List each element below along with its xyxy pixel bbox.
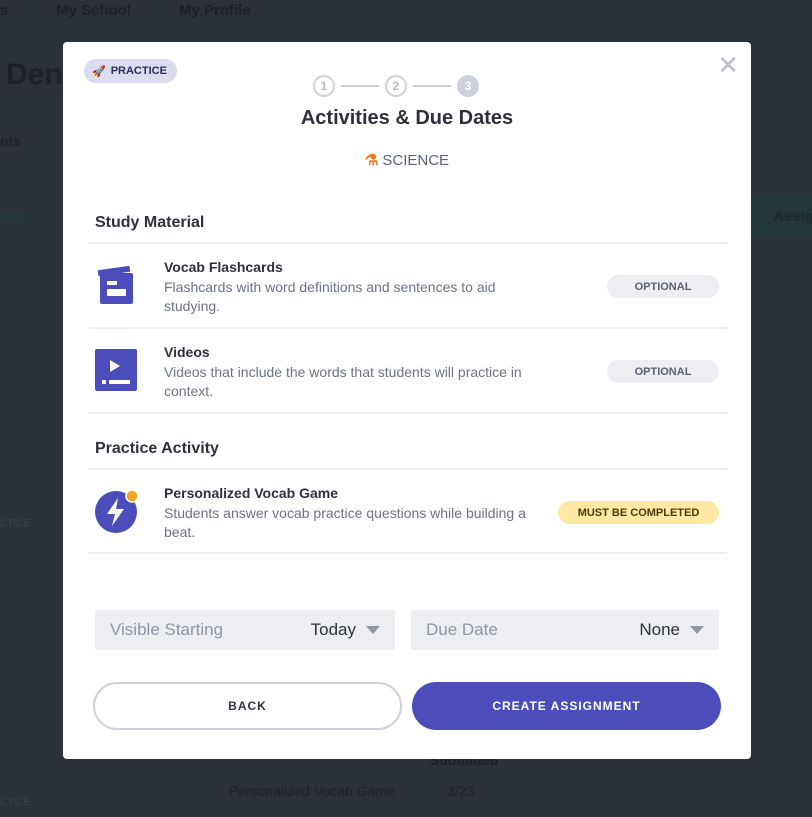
step-2: 2: [385, 75, 407, 97]
badge-label: PRACTICE: [110, 65, 167, 77]
step-3: 3: [457, 75, 479, 97]
visible-starting-select[interactable]: Visible Starting Today: [95, 610, 395, 650]
divider: [88, 552, 727, 554]
activity-row: Videos Videos that include the words tha…: [88, 327, 727, 412]
bg-text: 3/23: [447, 783, 475, 799]
create-assignment-modal: 🚀 PRACTICE ✕ 1 2 3 Activities & Due Dates…: [63, 42, 751, 759]
visible-starting-label: Visible Starting: [110, 620, 224, 639]
bg-tab: nts: [0, 133, 21, 149]
activity-description: Flashcards with word definitions and sen…: [164, 279, 496, 314]
video-icon: [95, 349, 137, 391]
nav-item[interactable]: s: [0, 2, 8, 19]
nav-my-school[interactable]: My School: [56, 2, 131, 19]
subject-label: ⚗ SCIENCE: [63, 151, 751, 169]
activity-name: Vocab Flashcards: [164, 259, 283, 275]
activity-name: Personalized Vocab Game: [164, 485, 339, 501]
section-title: Study Material: [95, 214, 205, 231]
divider: [88, 412, 727, 414]
rocket-icon: 🚀: [92, 65, 106, 78]
flask-icon: ⚗: [364, 152, 379, 169]
subject-text: SCIENCE: [382, 152, 450, 169]
step-1: 1: [313, 75, 335, 97]
back-button[interactable]: BACK: [93, 682, 402, 730]
due-date-label: Due Date: [426, 620, 498, 639]
lightning-icon: [95, 489, 139, 533]
due-date-select[interactable]: Due Date None: [411, 610, 719, 650]
activity-description: Students answer vocab practice questions…: [164, 505, 526, 540]
activity-row: Vocab Flashcards Flashcards with word de…: [88, 242, 727, 327]
bg-badge: CTICE: [0, 797, 30, 808]
nav-my-profile[interactable]: My Profile: [179, 2, 251, 19]
caret-down-icon: [366, 626, 380, 634]
bg-badge: CTICE: [0, 518, 30, 529]
create-assignment-button[interactable]: CREATE ASSIGNMENT: [412, 682, 721, 730]
optional-badge: OPTIONAL: [607, 360, 719, 383]
activity-description: Videos that include the words that stude…: [164, 364, 522, 399]
section-title: Practice Activity: [95, 440, 219, 457]
stepper: 1 2 3: [313, 75, 479, 97]
practice-badge: 🚀 PRACTICE: [84, 59, 177, 83]
activity-row: Personalized Vocab Game Students answer …: [88, 468, 727, 553]
visible-starting-value: Today: [310, 620, 356, 639]
must-be-completed-badge: MUST BE COMPLETED: [558, 501, 719, 524]
optional-badge: OPTIONAL: [607, 275, 719, 298]
caret-down-icon: [690, 626, 704, 634]
bg-heading: Den: [6, 58, 63, 91]
bg-assign-button: Assig: [751, 197, 812, 237]
bg-link: ent: [0, 208, 23, 225]
modal-title: Activities & Due Dates: [300, 107, 514, 129]
close-button[interactable]: ✕: [717, 50, 739, 81]
flashcards-icon: [97, 265, 133, 304]
activity-name: Videos: [164, 344, 210, 360]
due-date-value: None: [639, 620, 680, 639]
bg-text: Personalized Vocab Game: [229, 783, 395, 799]
